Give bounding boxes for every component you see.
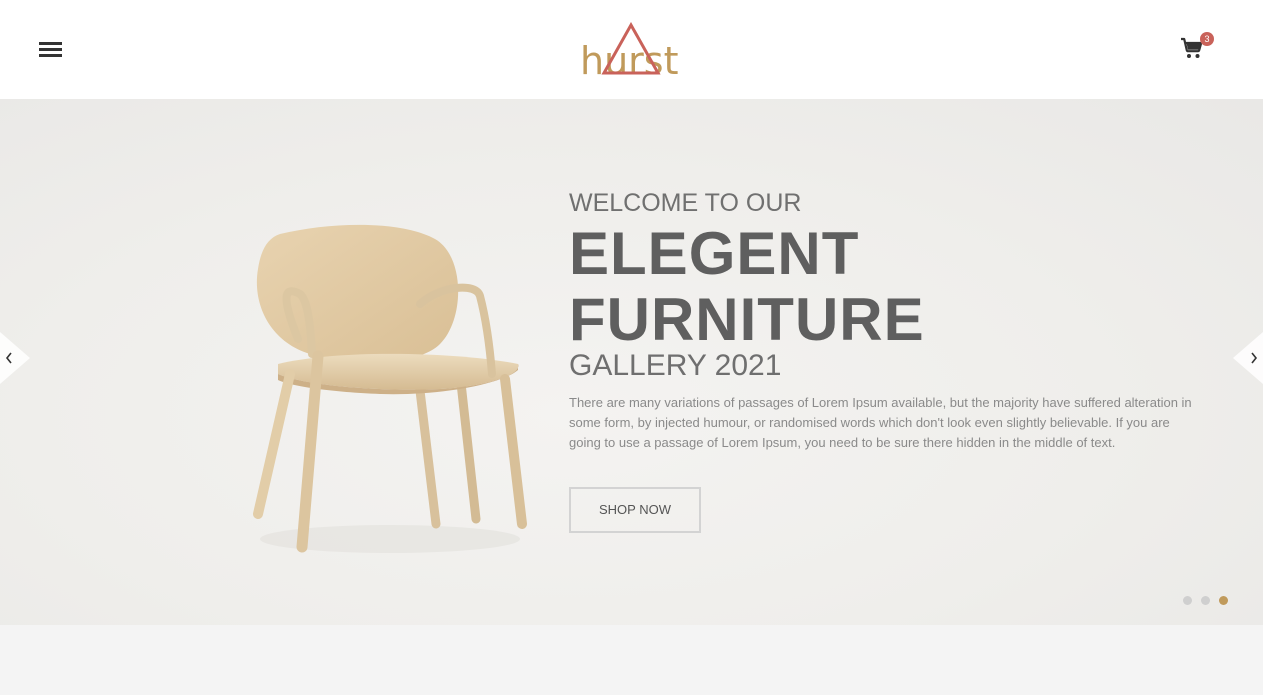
- hero-subtitle: WELCOME TO OUR: [569, 189, 802, 217]
- hamburger-icon[interactable]: [39, 42, 62, 58]
- slider-dot-1[interactable]: [1183, 596, 1192, 605]
- hero-title-line1: ELEGENT: [569, 220, 860, 287]
- hero-title-line2: FURNITURE: [569, 286, 925, 353]
- hero-tagline: GALLERY 2021: [569, 349, 782, 382]
- chair-image: [253, 224, 527, 553]
- slider-dot-3[interactable]: [1219, 596, 1228, 605]
- slider-dot-2[interactable]: [1201, 596, 1210, 605]
- site-header: hurst 3: [0, 0, 1263, 99]
- cart-button[interactable]: 3: [1180, 32, 1214, 64]
- slider-next-button[interactable]: [1233, 332, 1263, 384]
- cart-count-badge: 3: [1200, 32, 1214, 46]
- hero-description: There are many variations of passages of…: [569, 395, 1192, 450]
- site-logo[interactable]: hurst: [578, 20, 688, 80]
- shop-now-button[interactable]: SHOP NOW: [569, 487, 701, 533]
- hero-slider: WELCOME TO OUR ELEGENT FURNITURE GALLERY…: [0, 99, 1263, 625]
- slider-prev-button[interactable]: [0, 332, 30, 384]
- logo-triangle-icon: [601, 22, 661, 75]
